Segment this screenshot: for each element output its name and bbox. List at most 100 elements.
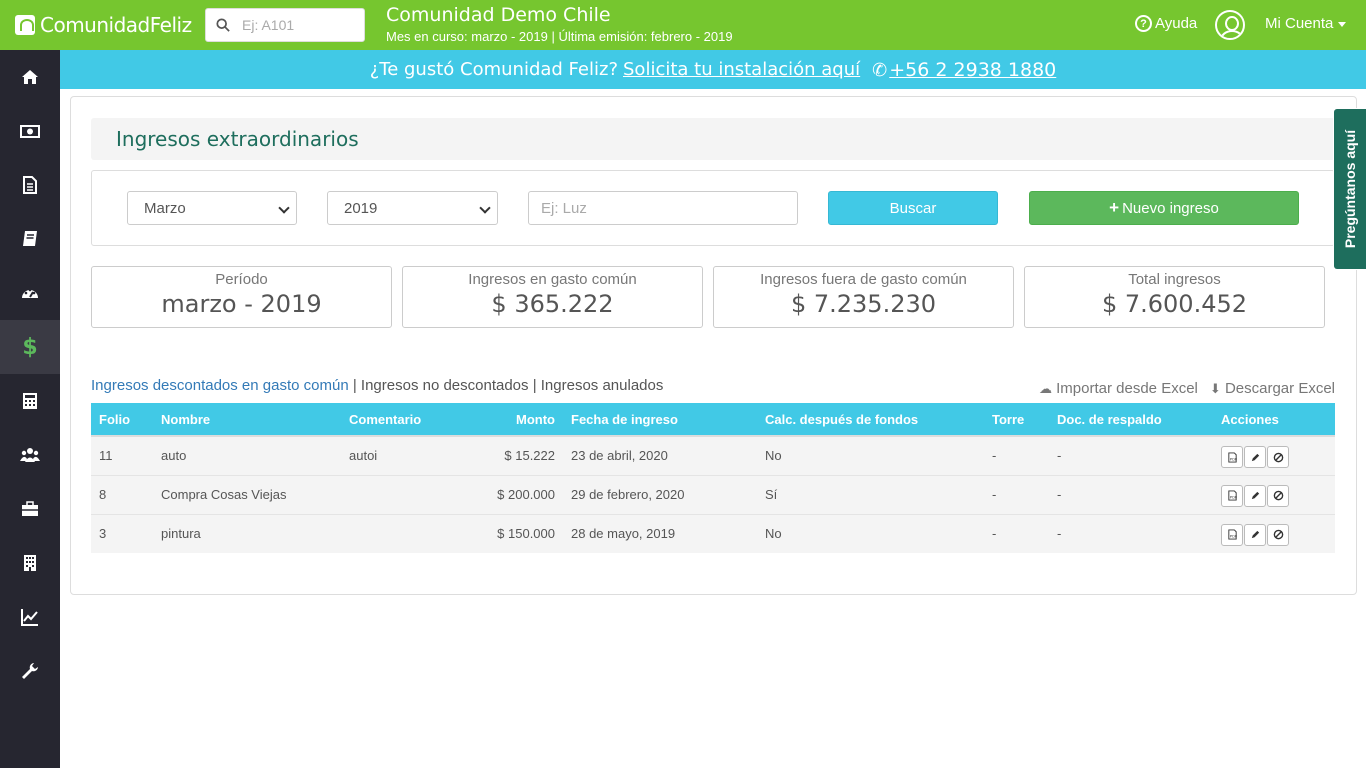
col-nombre[interactable]: Nombre — [153, 403, 341, 437]
cell-calc: No — [757, 436, 984, 475]
sidebar-item-book[interactable] — [0, 212, 60, 266]
col-folio[interactable]: Folio — [91, 403, 153, 437]
user-avatar-icon[interactable] — [1215, 10, 1245, 40]
cancel-button[interactable] — [1267, 484, 1289, 507]
cell-torre: - — [984, 436, 1049, 475]
edit-button[interactable] — [1244, 523, 1266, 546]
col-monto[interactable]: Monto — [467, 403, 563, 437]
sidebar-item-home[interactable] — [0, 50, 60, 104]
search-button[interactable]: Buscar — [828, 191, 998, 225]
unit-search-input[interactable] — [242, 17, 352, 33]
pdf-button[interactable]: PDF — [1221, 523, 1243, 546]
account-label: Mi Cuenta — [1265, 15, 1334, 32]
cell-calc: Sí — [757, 474, 984, 514]
account-menu[interactable]: Mi Cuenta — [1265, 15, 1347, 32]
help-link[interactable]: ? Ayuda — [1135, 15, 1197, 32]
stat-value: $ 7.235.230 — [790, 290, 937, 318]
month-select-value: Marzo — [144, 199, 186, 217]
pdf-button[interactable]: PDF — [1221, 446, 1243, 468]
tab-cancelled[interactable]: Ingresos anulados — [541, 377, 664, 394]
table-row: 8 Compra Cosas Viejas $ 200.000 29 de fe… — [91, 474, 1335, 514]
stat-label: Total ingresos — [1128, 271, 1221, 288]
concept-search-input[interactable]: Ej: Luz — [528, 191, 798, 225]
sidebar-item-reports[interactable] — [0, 590, 60, 644]
sidebar-item-dashboard[interactable] — [0, 266, 60, 320]
col-doc[interactable]: Doc. de respaldo — [1049, 403, 1213, 437]
sidebar-item-building[interactable] — [0, 536, 60, 590]
chart-icon — [21, 609, 38, 626]
col-fecha[interactable]: Fecha de ingreso — [563, 403, 757, 437]
sidebar-item-money[interactable] — [0, 104, 60, 158]
book-icon — [23, 231, 37, 246]
col-acciones: Acciones — [1213, 403, 1335, 437]
pencil-icon — [1251, 530, 1259, 539]
download-icon: ⬇ — [1209, 381, 1221, 396]
search-button-label: Buscar — [889, 199, 937, 217]
month-select[interactable]: Marzo — [127, 191, 297, 225]
download-excel-label: Descargar Excel — [1224, 380, 1335, 397]
briefcase-icon — [22, 501, 38, 516]
phone-icon: ✆ — [872, 59, 888, 81]
table-header-row: Folio Nombre Comentario Monto Fecha de i… — [91, 403, 1335, 437]
cell-nombre: Compra Cosas Viejas — [153, 474, 341, 514]
edit-button[interactable] — [1244, 484, 1266, 507]
cell-monto: $ 200.000 — [467, 474, 563, 514]
cell-calc: No — [757, 513, 984, 553]
table-row: 11 auto autoi $ 15.222 23 de abril, 2020… — [91, 436, 1335, 475]
brand-logo[interactable]: ComunidadFeliz — [15, 13, 192, 37]
col-comentario[interactable]: Comentario — [341, 403, 467, 437]
stat-value: $ 365.222 — [491, 290, 614, 318]
filter-bar: Marzo 2019 Ej: Luz Buscar + Nuevo ingres… — [91, 170, 1335, 246]
ban-icon — [1273, 452, 1283, 462]
import-excel-label: Importar desde Excel — [1056, 380, 1198, 397]
cell-doc: - — [1049, 474, 1213, 514]
cloud-upload-icon: ☁ — [1038, 381, 1052, 396]
sidebar-item-settings[interactable] — [0, 644, 60, 698]
cancel-button[interactable] — [1267, 446, 1289, 468]
income-table: Folio Nombre Comentario Monto Fecha de i… — [91, 403, 1335, 553]
sidebar-item-documents[interactable] — [0, 158, 60, 212]
sidebar-item-briefcase[interactable] — [0, 482, 60, 536]
cancel-button[interactable] — [1267, 523, 1289, 546]
banner-phone: +56 2 2938 1880 — [889, 58, 1057, 81]
unit-search[interactable] — [205, 8, 365, 42]
cell-nombre: pintura — [153, 513, 341, 553]
tab-separator: | — [528, 377, 541, 394]
concept-search-placeholder: Ej: Luz — [541, 199, 587, 217]
income-tabs: Ingresos descontados en gasto común | In… — [91, 377, 663, 394]
year-select[interactable]: 2019 — [327, 191, 498, 225]
edit-button[interactable] — [1244, 446, 1266, 468]
banner-phone-link[interactable]: ✆ +56 2 2938 1880 — [872, 59, 1056, 81]
tab-discounted[interactable]: Ingresos descontados en gasto común — [91, 377, 349, 394]
sidebar-item-calculator[interactable] — [0, 374, 60, 428]
ask-us-tab[interactable]: Pregúntanos aquí — [1333, 108, 1366, 270]
pdf-icon: PDF — [1227, 490, 1237, 501]
tab-not-discounted[interactable]: Ingresos no descontados — [361, 377, 529, 394]
sidebar-item-users[interactable] — [0, 428, 60, 482]
col-torre[interactable]: Torre — [984, 403, 1049, 437]
new-income-button[interactable]: + Nuevo ingreso — [1029, 191, 1299, 225]
stat-period: Período marzo - 2019 — [91, 266, 392, 328]
community-info: Comunidad Demo Chile Mes en curso: marzo… — [386, 4, 733, 45]
sidebar-item-income[interactable]: $ — [0, 320, 60, 374]
ban-icon — [1273, 490, 1283, 501]
pdf-button[interactable]: PDF — [1221, 484, 1243, 507]
stat-income-outside: Ingresos fuera de gasto común $ 7.235.23… — [713, 266, 1014, 328]
stat-label: Ingresos fuera de gasto común — [760, 271, 967, 288]
community-name: Comunidad Demo Chile — [386, 4, 611, 26]
cell-comentario — [341, 474, 467, 514]
new-income-label: Nuevo ingreso — [1122, 199, 1219, 217]
col-calc[interactable]: Calc. después de fondos — [757, 403, 984, 437]
banner-install-link[interactable]: Solicita tu instalación aquí — [623, 59, 860, 80]
svg-text:PDF: PDF — [1229, 495, 1237, 499]
import-excel-link[interactable]: ☁ Importar desde Excel — [1039, 380, 1198, 397]
cell-monto: $ 15.222 — [467, 436, 563, 475]
ask-us-label: Pregúntanos aquí — [1342, 129, 1359, 249]
cell-doc: - — [1049, 513, 1213, 553]
community-period: Mes en curso: marzo - 2019 | Última emis… — [386, 29, 733, 44]
cell-folio: 8 — [91, 474, 153, 514]
stat-label: Ingresos en gasto común — [468, 271, 637, 288]
download-excel-link[interactable]: ⬇ Descargar Excel — [1210, 380, 1335, 397]
cell-monto: $ 150.000 — [467, 513, 563, 553]
chevron-down-icon — [278, 202, 290, 214]
